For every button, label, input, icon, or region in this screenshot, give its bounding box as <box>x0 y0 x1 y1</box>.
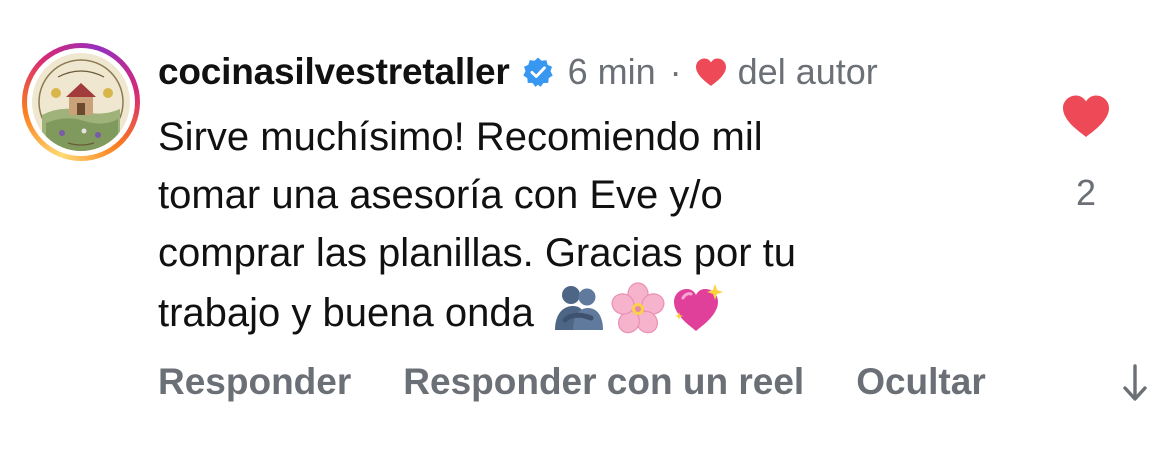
reply-button[interactable]: Responder <box>158 361 351 403</box>
comment-actions: Responder Responder con un reel Ocultar <box>158 357 986 407</box>
like-heart-icon[interactable] <box>1061 94 1111 138</box>
comment-text-line: tomar una asesoría con Eve y/o <box>158 173 723 217</box>
comment-header: cocinasilvestretaller 6 min · del autor <box>158 48 878 96</box>
comment-text: Sirve muchísimo! Recomiendo mil tomar un… <box>158 108 978 342</box>
like-count[interactable]: 2 <box>1061 172 1111 214</box>
reply-with-reel-button[interactable]: Responder con un reel <box>403 361 804 403</box>
people-hugging-emoji <box>554 286 603 330</box>
avatar-ring-gap <box>27 48 135 156</box>
hide-button[interactable]: Ocultar <box>856 361 986 403</box>
avatar-illustration <box>32 53 130 151</box>
comment-text-line: comprar las planillas. Gracias por tu <box>158 231 797 275</box>
username-link[interactable]: cocinasilvestretaller <box>158 51 510 93</box>
comment: cocinasilvestretaller 6 min · del autor … <box>0 0 1170 449</box>
arrow-down-icon[interactable] <box>1120 362 1150 404</box>
cherry-blossom-emoji <box>611 282 665 334</box>
comment-text-line-with-emojis: trabajo y buena onda <box>158 282 978 342</box>
avatar[interactable] <box>32 53 130 151</box>
verified-badge-icon <box>522 57 553 87</box>
avatar-story-ring[interactable] <box>22 43 140 161</box>
author-heart-icon <box>695 58 726 86</box>
author-like-label: del autor <box>737 51 878 92</box>
comment-text-line: trabajo y buena onda <box>158 291 534 335</box>
comment-text-line: Sirve muchísimo! Recomiendo mil <box>158 115 763 159</box>
separator-dot: · <box>669 51 682 92</box>
sparkling-heart-emoji <box>673 284 723 331</box>
comment-timestamp: 6 min <box>567 51 656 92</box>
